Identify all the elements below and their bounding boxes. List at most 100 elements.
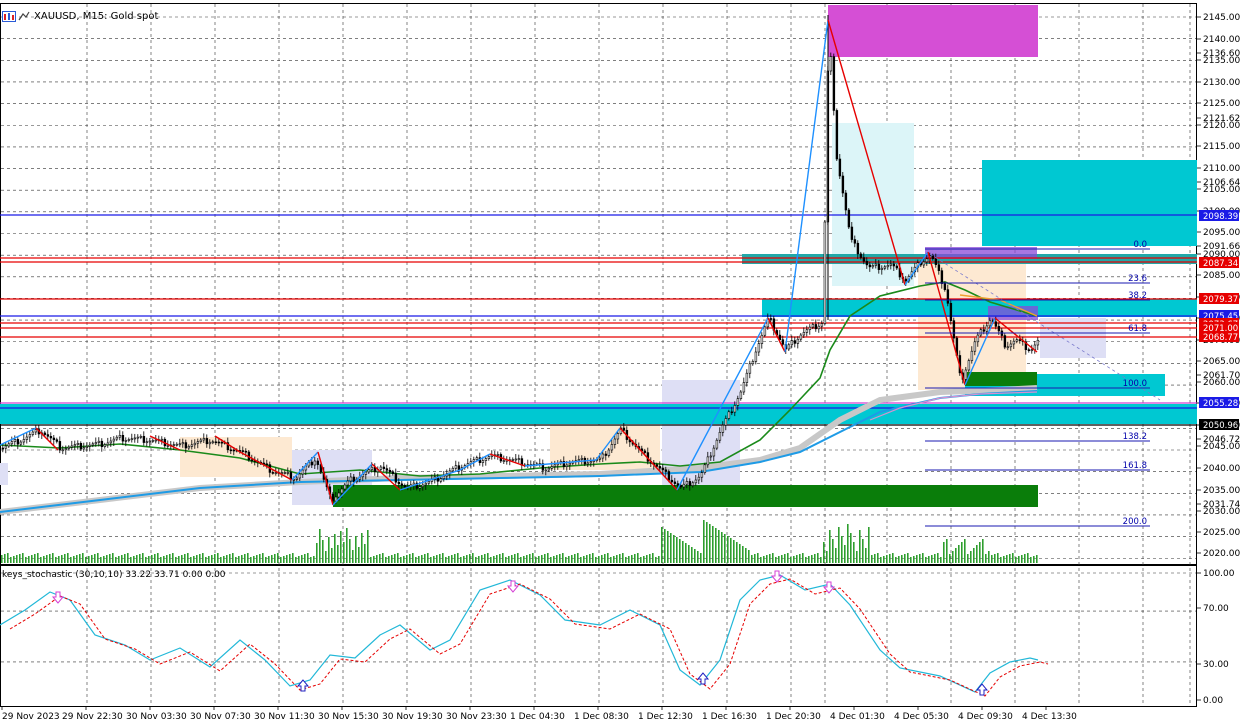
volume-bar [769,554,771,563]
price-tick-label: 2110.00 [1203,164,1240,174]
candle-body [577,459,581,461]
volume-bar [991,555,993,563]
candle-body [553,464,557,467]
volume-bar [745,548,747,563]
price-tag-label: 2055.28 [1203,399,1238,409]
candle-body [760,334,764,344]
candle-body [184,442,188,449]
time-tick-label: 4 Dec 09:30 [958,712,1013,722]
zone-cyan [982,160,1197,246]
volume-bar [595,557,597,563]
volume-bar [166,555,168,563]
volume-bar [808,556,810,563]
volume-bar [1018,556,1020,563]
price-axis: 2145.002140.002136.602135.002130.002125.… [1197,13,1240,559]
volume-bar [445,557,447,563]
candle-body [676,483,680,486]
volume-bar [751,555,753,563]
volume-bar [202,553,204,563]
volume-bar [502,553,504,563]
volume-bar [709,524,711,563]
volume-bar [625,557,627,563]
volume-bar [679,539,681,563]
volume-bar [28,556,30,563]
volume-bar [832,539,834,563]
candle-body [64,448,68,451]
time-axis: 29 Nov 2023 29 Nov 22:30 30 Nov 03:30 30 No… [1,706,1077,722]
candle-body [208,441,212,445]
candle-body [181,442,185,445]
volume-bar [400,557,402,563]
candle-body [757,343,761,353]
volume-bar [310,557,312,563]
volume-bar [322,540,324,563]
volume-bar [100,557,102,563]
volume-bar [439,554,441,563]
candle-body [850,226,854,240]
chart-root[interactable]: 0.0 23.6 38.2 61.8 100.0 138.2 161.8 200.0 2145… [0,0,1247,723]
candle-body [202,438,206,441]
candle-body [517,458,521,460]
candle-body [754,351,758,362]
candle-body [457,465,461,471]
volume-bar [772,553,774,563]
price-tick-label: 2040.00 [1203,464,1240,474]
volume-bar [340,531,342,563]
volume-bar [613,556,615,563]
candle-body [187,446,191,449]
volume-bar [643,556,645,563]
volume-bar [82,553,84,563]
volume-bar [466,555,468,563]
volume-bar [394,554,396,563]
price-tick-label: 2135.00 [1203,56,1240,66]
candle-body [103,444,107,447]
volume-bar [286,555,288,563]
volume-bar [754,554,756,563]
time-tick-label: 30 Nov 07:30 [190,712,251,722]
volume-bar [415,557,417,563]
candle-body [121,434,125,442]
stochastic-main-line [0,574,1039,693]
price-tick-label: 2030.00 [1203,507,1240,517]
volume-bar [556,555,558,563]
candle-body [112,438,116,442]
candle-body [472,459,476,462]
candle-body [85,446,89,448]
volume-bar [895,557,897,563]
price-tick-label: 2095.00 [1203,228,1240,238]
candle-body [940,270,944,284]
volume-bar [124,554,126,563]
candle-body [814,324,818,330]
main-chart-svg[interactable]: 0.0 23.6 38.2 61.8 100.0 138.2 161.8 200.0 2145… [0,0,1247,723]
candle-body [313,460,317,466]
volume-bar [562,553,564,563]
time-tick-label: 30 Nov 19:30 [382,712,443,722]
candle-body [442,475,446,479]
volume-bar [370,557,372,563]
volume-bar [43,556,45,563]
volume-bar [634,554,636,563]
volume-bar [19,554,21,563]
candle-body [199,439,203,442]
volume-bar [154,554,156,563]
volume-bar [1036,555,1038,563]
candle-body [484,458,488,461]
volume-bar [157,553,159,563]
volume-bar [877,553,879,563]
volume-bar [952,551,954,563]
volume-bar [40,557,42,563]
candle-body [403,485,407,488]
fibonacci-level-label: 138.2 [1123,432,1147,442]
candle-body [679,484,683,488]
volume-bar [331,548,333,563]
volume-bar [760,557,762,563]
volume-bar [670,533,672,563]
volume-bar [283,556,285,563]
candle-body [139,436,143,438]
volume-bar [196,555,198,563]
volume-bar [208,556,210,563]
volume-bar [352,550,354,563]
volume-bar [358,547,360,563]
volume-bar [682,541,684,563]
candle-body [178,443,182,446]
